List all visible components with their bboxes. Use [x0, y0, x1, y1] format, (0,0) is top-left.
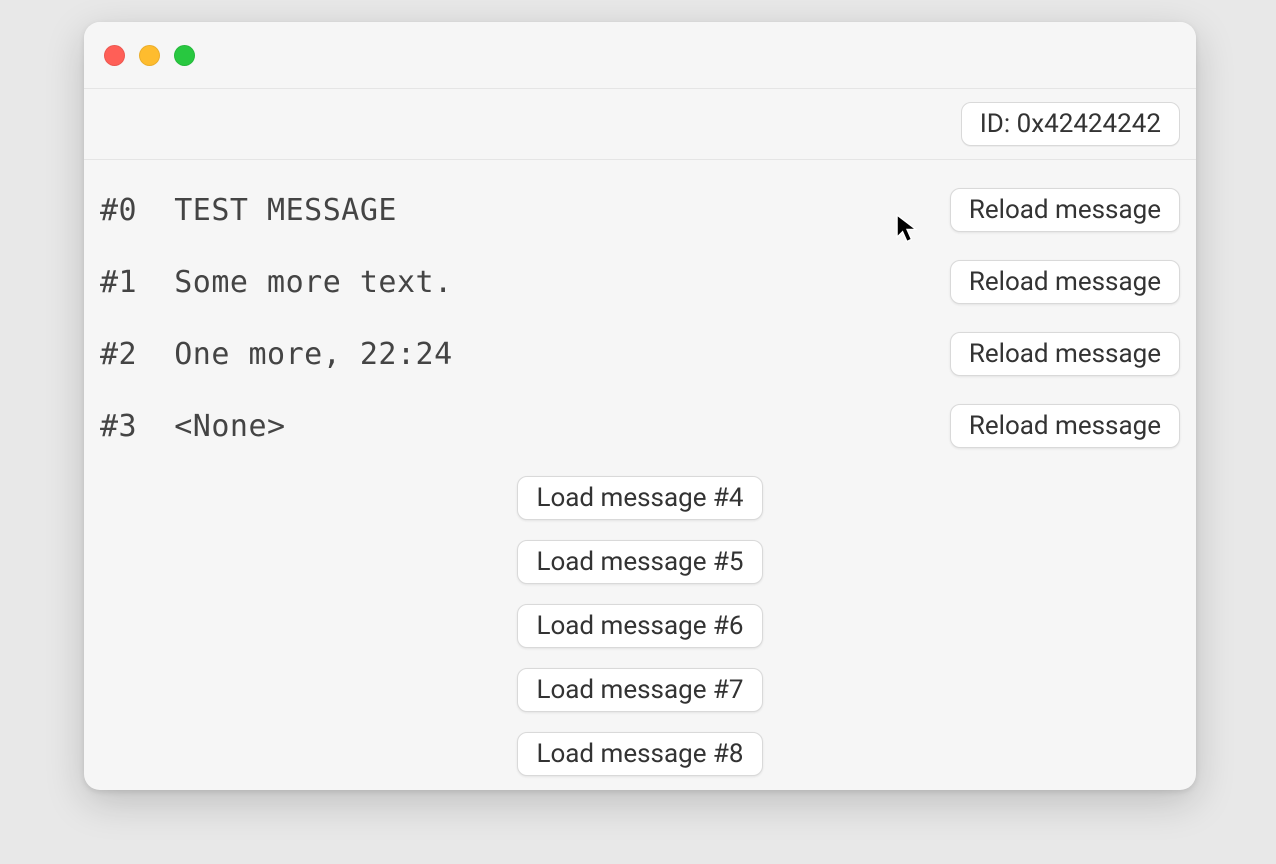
reload-message-button[interactable]: Reload message	[950, 332, 1180, 376]
reload-message-button[interactable]: Reload message	[950, 260, 1180, 304]
message-text: #2 One more, 22:24	[100, 337, 453, 372]
message-row: #1 Some more text. Reload message	[100, 246, 1180, 318]
titlebar	[84, 22, 1196, 89]
load-message-button[interactable]: Load message #4	[517, 476, 762, 520]
load-message-button[interactable]: Load message #5	[517, 540, 762, 584]
load-message-button[interactable]: Load message #8	[517, 732, 762, 776]
message-text: #0 TEST MESSAGE	[100, 193, 397, 228]
load-message-button[interactable]: Load message #6	[517, 604, 762, 648]
message-row: #2 One more, 22:24 Reload message	[100, 318, 1180, 390]
message-text: #3 <None>	[100, 409, 286, 444]
load-message-button[interactable]: Load message #7	[517, 668, 762, 712]
reload-message-button[interactable]: Reload message	[950, 188, 1180, 232]
content-area: #0 TEST MESSAGE Reload message #1 Some m…	[84, 160, 1196, 790]
window-controls	[104, 45, 195, 66]
id-label: ID: 0x42424242	[961, 102, 1180, 146]
close-icon[interactable]	[104, 45, 125, 66]
load-buttons: Load message #4 Load message #5 Load mes…	[100, 476, 1180, 776]
reload-message-button[interactable]: Reload message	[950, 404, 1180, 448]
minimize-icon[interactable]	[139, 45, 160, 66]
toolbar: ID: 0x42424242	[84, 89, 1196, 160]
message-row: #0 TEST MESSAGE Reload message	[100, 174, 1180, 246]
message-text: #1 Some more text.	[100, 265, 453, 300]
message-row: #3 <None> Reload message	[100, 390, 1180, 462]
zoom-icon[interactable]	[174, 45, 195, 66]
app-window: ID: 0x42424242 #0 TEST MESSAGE Reload me…	[84, 22, 1196, 790]
